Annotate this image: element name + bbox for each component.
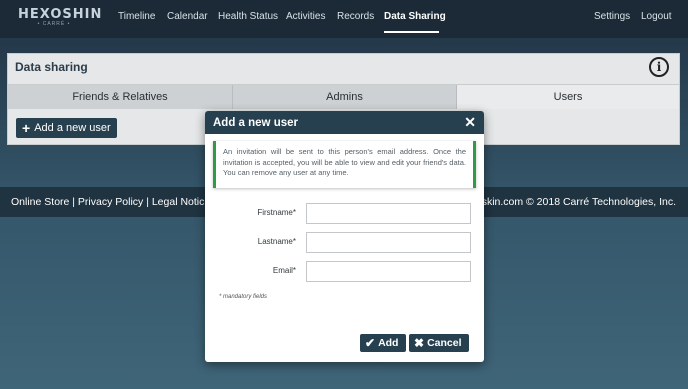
- nav-settings[interactable]: Settings: [594, 11, 630, 22]
- cancel-button-label: Cancel: [427, 337, 462, 349]
- nav-records[interactable]: Records: [337, 11, 374, 22]
- nav-calendar[interactable]: Calendar: [167, 11, 208, 22]
- add-new-user-button[interactable]: + Add a new user: [16, 118, 117, 138]
- firstname-input[interactable]: [306, 203, 471, 224]
- footer-links[interactable]: Online Store | Privacy Policy | Legal No…: [11, 196, 204, 208]
- nav-data-sharing[interactable]: Data Sharing: [384, 11, 446, 22]
- tab-friends-relatives[interactable]: Friends & Relatives: [8, 85, 233, 109]
- cancel-x-icon: ✖: [414, 336, 425, 350]
- invitation-notice: An invitation will be sent to this perso…: [213, 141, 476, 188]
- tab-users[interactable]: Users: [457, 85, 679, 109]
- lastname-row: Lastname*: [205, 232, 484, 253]
- active-nav-indicator: [384, 31, 439, 33]
- close-icon[interactable]: ✕: [464, 114, 476, 131]
- firstname-row: Firstname*: [205, 203, 484, 224]
- add-button[interactable]: ✔ Add: [360, 334, 406, 352]
- plus-icon: +: [22, 120, 31, 136]
- firstname-label: Firstname*: [257, 208, 296, 217]
- add-new-user-label: Add a new user: [34, 122, 111, 134]
- checkmark-icon: ✔: [365, 336, 376, 350]
- hexoskin-logo[interactable]: HEXOSHIN • CARRÉ •: [18, 7, 103, 27]
- nav-activities[interactable]: Activities: [286, 11, 325, 22]
- add-user-dialog: Add a new user ✕ An invitation will be s…: [205, 111, 484, 362]
- logo-brand: HEXOSHIN: [18, 7, 103, 22]
- mandatory-note: * mandatory fields: [219, 294, 268, 300]
- info-icon[interactable]: i: [649, 57, 669, 77]
- nav-logout[interactable]: Logout: [641, 11, 672, 22]
- nav-timeline[interactable]: Timeline: [118, 11, 155, 22]
- email-row: Email*: [205, 261, 484, 282]
- cancel-button[interactable]: ✖ Cancel: [409, 334, 469, 352]
- top-navbar: HEXOSHIN • CARRÉ • Timeline Calendar Hea…: [0, 0, 688, 38]
- dialog-title: Add a new user: [213, 116, 298, 129]
- add-button-label: Add: [378, 337, 399, 349]
- email-input[interactable]: [306, 261, 471, 282]
- panel-title: Data sharing: [15, 60, 88, 74]
- nav-health-status[interactable]: Health Status: [218, 11, 278, 22]
- email-label: Email*: [272, 266, 296, 275]
- dialog-header: Add a new user ✕: [205, 111, 484, 134]
- lastname-input[interactable]: [306, 232, 471, 253]
- sharing-tabs: Friends & Relatives Admins Users: [8, 84, 679, 109]
- tab-admins[interactable]: Admins: [233, 85, 457, 109]
- footer-copyright: skin.com © 2018 Carré Technologies, Inc.: [481, 196, 676, 208]
- lastname-label: Lastname*: [257, 237, 296, 246]
